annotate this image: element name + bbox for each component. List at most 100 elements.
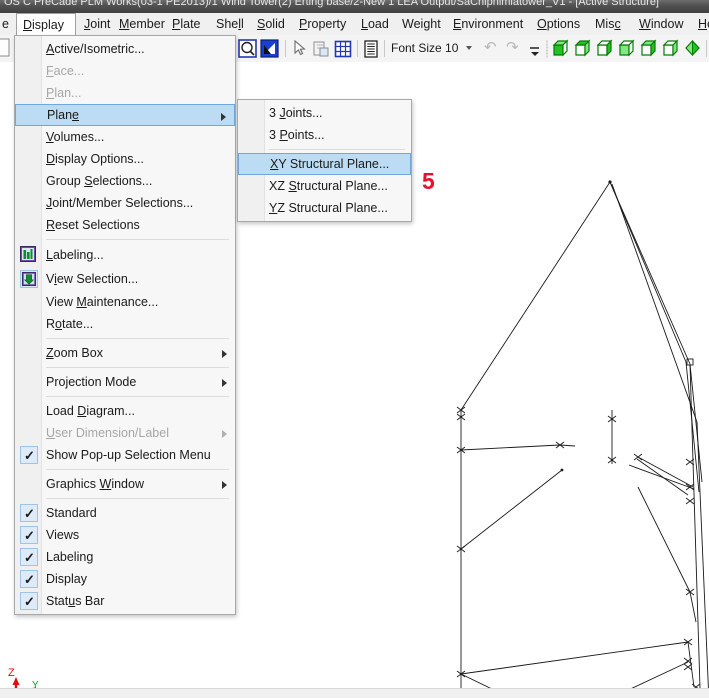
- zoom-window-icon[interactable]: [238, 39, 258, 64]
- menu-item-rotate[interactable]: Rotate...: [15, 313, 235, 335]
- menu-item-display-options[interactable]: Display Options...: [15, 148, 235, 170]
- step-annotation-5: 5: [422, 168, 435, 194]
- submenu-separator: [269, 149, 405, 150]
- menu-item-misc[interactable]: Misc: [589, 13, 627, 35]
- application-window: OS C PreCade PLM Works(03-1 PE2013)/1 Wi…: [0, 0, 709, 698]
- submenu-item-xy-structural-plane[interactable]: XY Structural Plane...: [238, 153, 411, 175]
- menu-item-graphics-window[interactable]: Graphics Window: [15, 473, 235, 495]
- menu-item-plate[interactable]: Plate: [166, 13, 207, 35]
- window-title: OS C PreCade PLM Works(03-1 PE2013)/1 Wi…: [4, 0, 659, 8]
- checkmark-icon: ✓: [24, 448, 35, 463]
- menu-separator: [46, 396, 229, 397]
- font-size-label: Font Size 10: [391, 41, 459, 55]
- submenu-item-3-points[interactable]: 3 Points...: [238, 124, 411, 146]
- toolbar-grip[interactable]: [546, 40, 548, 58]
- checkbox-display[interactable]: ✓: [20, 570, 38, 588]
- menu-item-zoom-box[interactable]: Zoom Box: [15, 342, 235, 364]
- submenu-item-yz-structural-plane[interactable]: YZ Structural Plane...: [238, 197, 411, 219]
- menu-item-volumes[interactable]: Volumes...: [15, 126, 235, 148]
- menu-separator: [46, 367, 229, 368]
- menu-bar: e Display Joint Member Plate Shell Solid…: [0, 13, 709, 37]
- plane-submenu: 3 Joints... 3 Points... XY Structural Pl…: [237, 99, 412, 222]
- menu-item-member[interactable]: Member: [113, 13, 171, 35]
- axis-label-z: Z: [8, 667, 15, 679]
- menu-item-truncated-left[interactable]: e: [0, 13, 16, 35]
- menu-item-views[interactable]: ✓ Views: [15, 524, 235, 546]
- chevron-right-icon: [222, 379, 227, 387]
- menu-item-status-bar[interactable]: ✓ Status Bar: [15, 590, 235, 612]
- chevron-right-icon: [222, 350, 227, 358]
- menu-item-load[interactable]: Load: [355, 13, 395, 35]
- menu-item-view-maintenance[interactable]: View Maintenance...: [15, 291, 235, 313]
- redo-icon[interactable]: ↷: [506, 38, 519, 56]
- view-cube-3-icon[interactable]: [596, 39, 614, 64]
- node-dots: [560, 180, 612, 472]
- checkbox-show-popup-selection-menu[interactable]: ✓: [20, 446, 38, 464]
- menu-item-face: Face...: [46, 64, 85, 78]
- checkbox-labeling[interactable]: ✓: [20, 548, 38, 566]
- font-size-dropdown-arrow[interactable]: [466, 46, 472, 50]
- menu-item-display[interactable]: Display: [16, 13, 76, 37]
- checkmark-icon: ✓: [24, 528, 35, 543]
- undo-icon[interactable]: ↶: [484, 38, 497, 56]
- view-diamond-icon[interactable]: [684, 39, 702, 64]
- view-cube-1-icon[interactable]: [552, 39, 570, 64]
- menu-separator: [46, 498, 229, 499]
- select-pointer-icon[interactable]: [292, 39, 308, 64]
- menu-item-weight[interactable]: Weight: [396, 13, 447, 35]
- menu-item-shell[interactable]: Shell: [210, 13, 250, 35]
- checkmark-icon: ✓: [24, 506, 35, 521]
- copy-paste-icon[interactable]: [312, 39, 330, 64]
- checkbox-standard[interactable]: ✓: [20, 504, 38, 522]
- table-icon[interactable]: [363, 39, 379, 64]
- status-bar: [0, 688, 709, 698]
- render-view-icon[interactable]: [260, 39, 280, 64]
- submenu-item-3-joints[interactable]: 3 Joints...: [238, 102, 411, 124]
- menu-item-help[interactable]: He: [692, 13, 709, 35]
- toolbar-overflow-handle[interactable]: [530, 41, 539, 57]
- menu-item-group-selections[interactable]: Group Selections...: [15, 170, 235, 192]
- menu-item-display-toggle[interactable]: ✓ Display: [15, 568, 235, 590]
- submenu-item-xz-structural-plane[interactable]: XZ Structural Plane...: [238, 175, 411, 197]
- menu-item-joint-member-selections[interactable]: Joint/Member Selections...: [15, 192, 235, 214]
- menu-item-window[interactable]: Window: [633, 13, 689, 35]
- checkmark-icon: ✓: [24, 572, 35, 587]
- menu-separator: [46, 469, 229, 470]
- display-dropdown-menu: Active/Isometric... Face... Plan... Plan…: [14, 35, 236, 615]
- menu-item-labeling[interactable]: Labeling...: [15, 243, 235, 267]
- axis-triad: Z Y X: [2, 660, 58, 688]
- checkbox-status-bar[interactable]: ✓: [20, 592, 38, 610]
- menu-item-user-dimension-label: User Dimension/Label: [15, 422, 235, 444]
- menu-item-reset-selections[interactable]: Reset Selections: [15, 214, 235, 236]
- menu-item-standard[interactable]: ✓ Standard: [15, 502, 235, 524]
- menu-item-property[interactable]: Property: [293, 13, 352, 35]
- view-cube-5-icon[interactable]: [640, 39, 658, 64]
- menu-item-options[interactable]: Options: [531, 13, 586, 35]
- menu-separator: [46, 239, 229, 240]
- chevron-right-icon: [221, 113, 226, 121]
- menu-item-solid[interactable]: Solid: [251, 13, 291, 35]
- view-cube-6-icon[interactable]: [662, 39, 680, 64]
- axis-label-y: Y: [32, 680, 39, 688]
- view-cube-2-icon[interactable]: [574, 39, 592, 64]
- menu-item-projection-mode[interactable]: Projection Mode: [15, 371, 235, 393]
- menu-item-labeling-toggle[interactable]: ✓ Labeling: [15, 546, 235, 568]
- menu-item-load-diagram[interactable]: Load Diagram...: [15, 400, 235, 422]
- checkmark-icon: ✓: [24, 594, 35, 609]
- toolbar-clipped-button[interactable]: [0, 38, 10, 63]
- checkbox-views[interactable]: ✓: [20, 526, 38, 544]
- checkmark-icon: ✓: [24, 550, 35, 565]
- chevron-right-icon: [222, 430, 227, 438]
- chevron-right-icon: [222, 481, 227, 489]
- menu-item-plane[interactable]: Plane: [15, 104, 235, 126]
- menu-item-active-isometric[interactable]: Active/Isometric...: [15, 38, 235, 60]
- menu-separator: [46, 338, 229, 339]
- menu-item-joint[interactable]: Joint: [78, 13, 116, 35]
- view-selection-icon: [20, 270, 38, 288]
- menu-item-view-selection[interactable]: View Selection...: [15, 267, 235, 291]
- grid-icon[interactable]: [334, 39, 352, 64]
- menu-item-environment[interactable]: Environment: [447, 13, 529, 35]
- menu-item-show-popup-selection-menu[interactable]: ✓ Show Pop-up Selection Menu: [15, 444, 235, 466]
- title-bar: OS C PreCade PLM Works(03-1 PE2013)/1 Wi…: [0, 0, 709, 13]
- view-cube-4-icon[interactable]: [618, 39, 636, 64]
